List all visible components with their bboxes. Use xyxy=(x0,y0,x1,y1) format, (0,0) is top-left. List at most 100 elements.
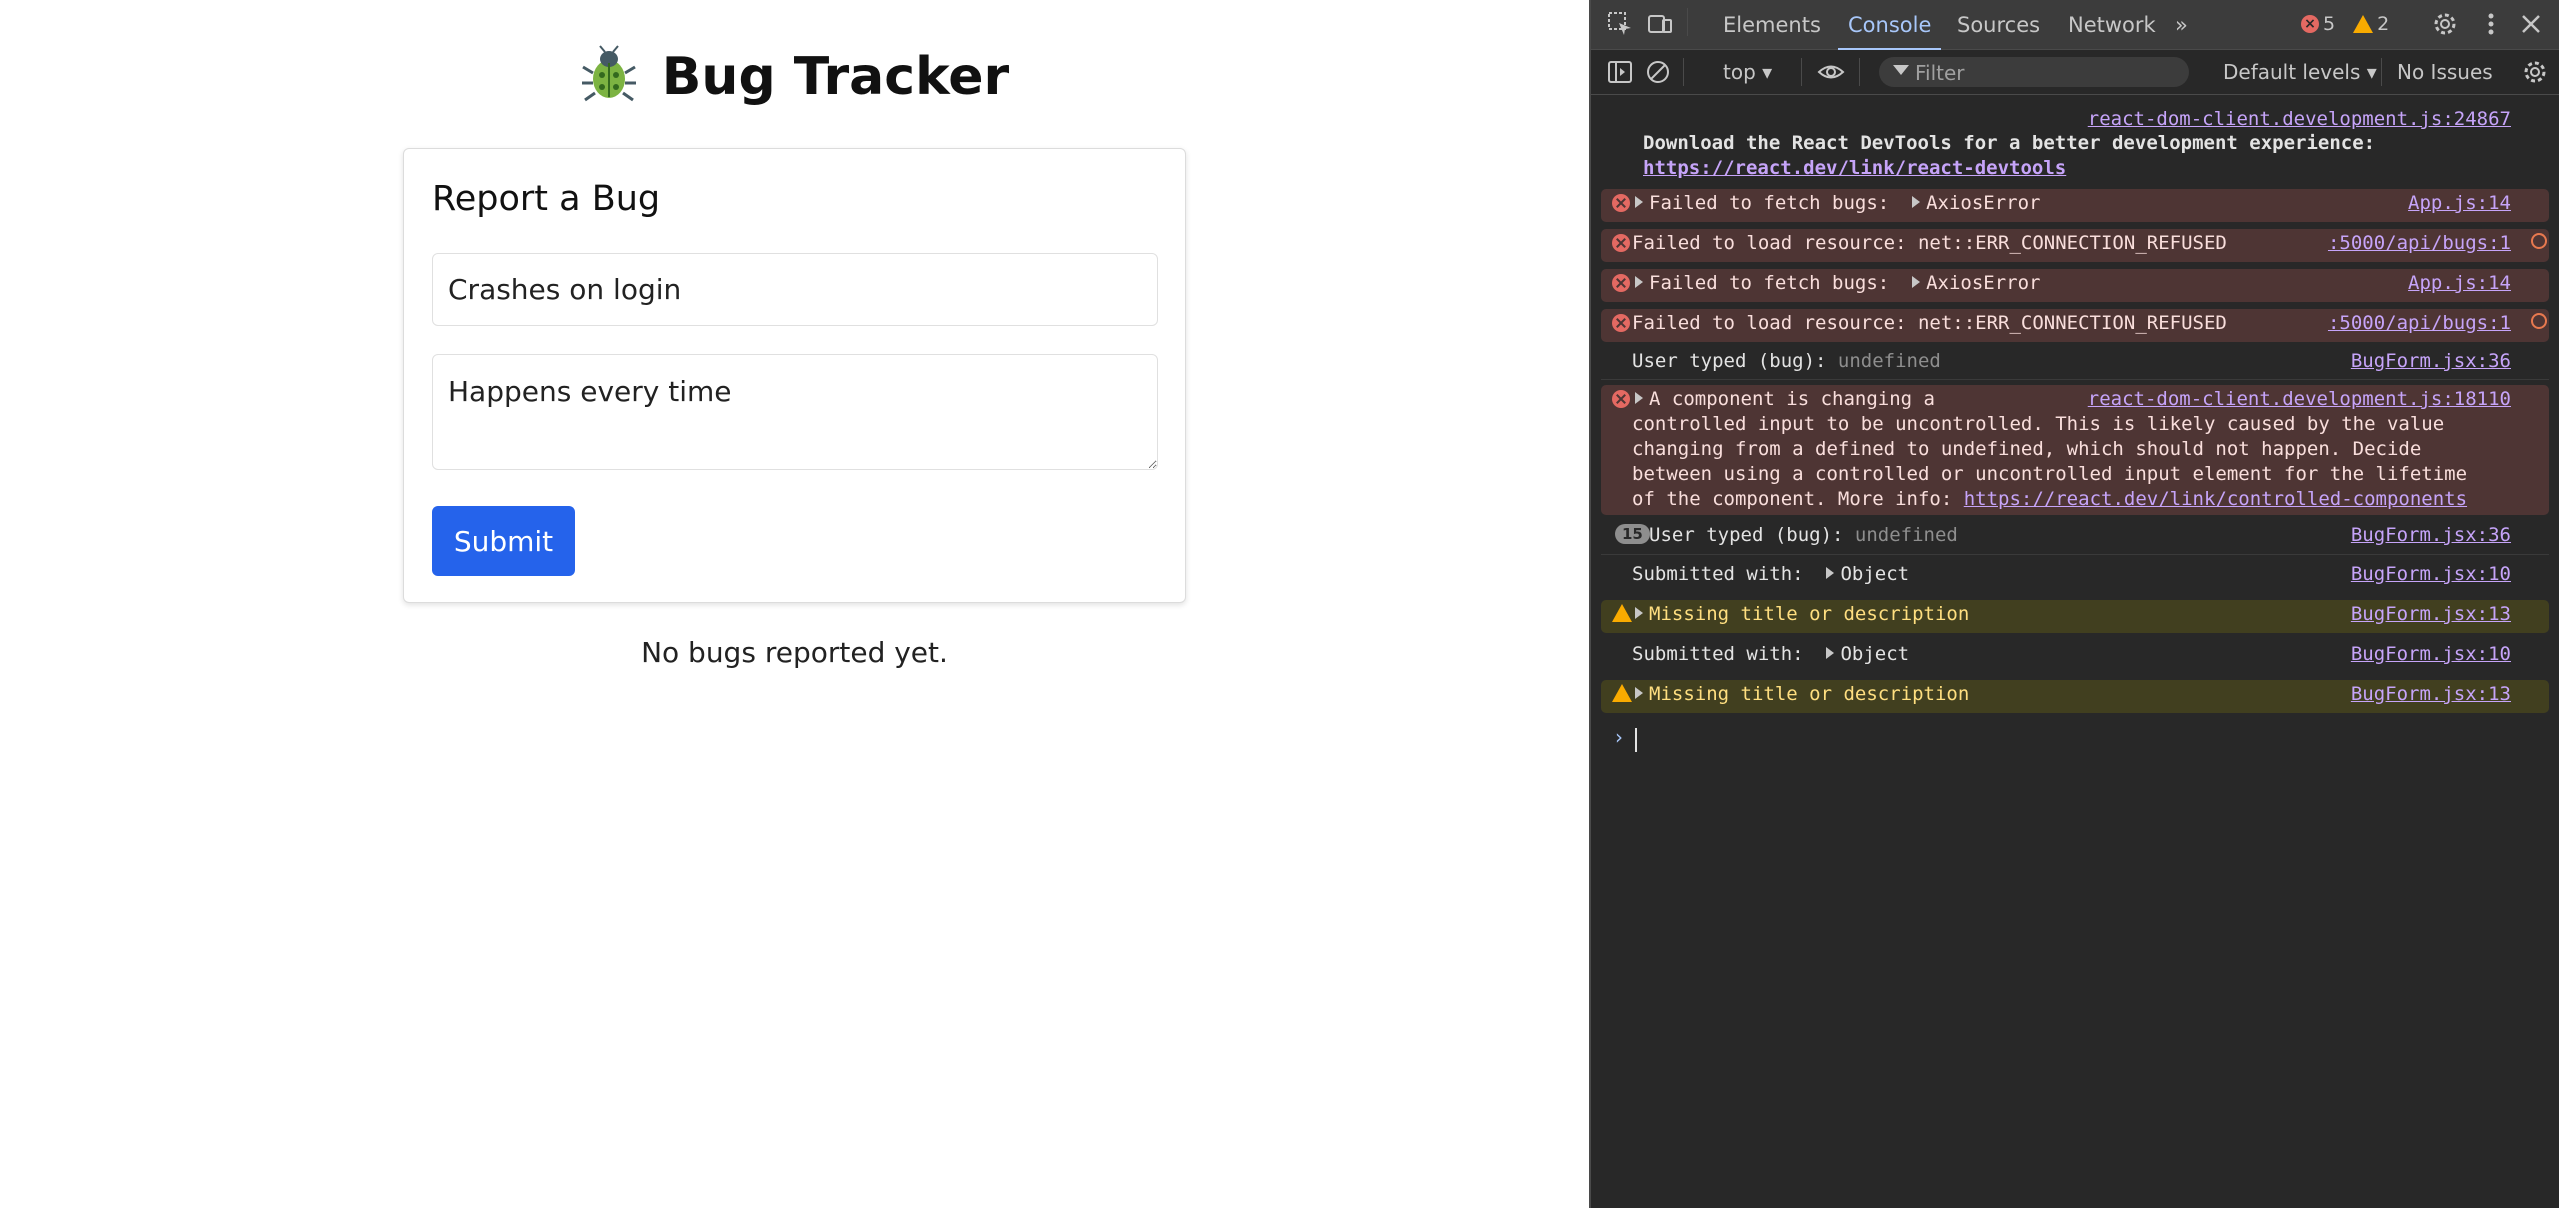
kebab-menu-icon[interactable] xyxy=(2477,10,2505,38)
expand-triangle-icon[interactable] xyxy=(1912,276,1921,288)
submit-button[interactable]: Submit xyxy=(432,506,575,576)
network-request-icon[interactable] xyxy=(2531,233,2547,249)
tab-network[interactable]: Network xyxy=(2068,13,2156,37)
message-object[interactable]: AxiosError xyxy=(1926,192,2040,214)
sidebar-toggle-icon[interactable] xyxy=(1606,58,1634,86)
message-text: User typed (bug): xyxy=(1649,524,1844,546)
warning-icon xyxy=(1612,604,1632,622)
warning-count: 2 xyxy=(2377,13,2390,35)
bug-icon xyxy=(581,45,636,102)
message-source-link[interactable]: BugForm.jsx:10 xyxy=(2351,642,2511,667)
network-request-icon[interactable] xyxy=(2531,313,2547,329)
expand-triangle-icon[interactable] xyxy=(1635,276,1643,288)
console-error-row: Failed to fetch bugs: AxiosError App.js:… xyxy=(1601,189,2549,222)
message-source-link[interactable]: react-dom-client.development.js:24867 xyxy=(2088,107,2511,132)
expand-triangle-icon[interactable] xyxy=(1826,647,1835,659)
message-source-link[interactable]: BugForm.jsx:36 xyxy=(2351,523,2511,548)
console-settings-icon[interactable] xyxy=(2521,58,2549,86)
console-toolbar: top ▾ Filter Default levels ▾ No Issues xyxy=(1591,50,2559,95)
message-source-link[interactable]: BugForm.jsx:10 xyxy=(2351,562,2511,587)
message-source-link[interactable]: react-dom-client.development.js:18110 xyxy=(2088,387,2511,412)
tab-console[interactable]: Console xyxy=(1837,13,1942,51)
message-source-link[interactable]: :5000/api/bugs:1 xyxy=(2328,231,2511,256)
message-object[interactable]: Object xyxy=(1840,563,1909,585)
message-text: Missing title or description xyxy=(1649,603,1970,625)
context-label: top xyxy=(1723,60,1756,84)
log-levels-select[interactable]: Default levels ▾ xyxy=(2223,60,2377,84)
bug-description-textarea[interactable]: Happens every time xyxy=(432,354,1158,470)
inspect-icon[interactable] xyxy=(1606,10,1634,38)
more-tabs-icon[interactable]: » xyxy=(2175,13,2188,37)
empty-bug-list-message: No bugs reported yet. xyxy=(641,636,948,669)
settings-icon[interactable] xyxy=(2431,10,2459,38)
message-text: Failed to load resource: net::ERR_CONNEC… xyxy=(1632,232,2227,254)
message-source-link[interactable]: BugForm.jsx:36 xyxy=(2351,349,2511,374)
log-levels-label: Default levels xyxy=(2223,60,2361,84)
bug-title-input[interactable] xyxy=(432,253,1158,326)
devtools-tab-bar: Elements Console Sources Network » × 5 2 xyxy=(1591,0,2559,51)
message-text: Failed to fetch bugs: xyxy=(1649,272,1890,294)
bug-report-form: Report a Bug Happens every time Submit xyxy=(403,148,1186,603)
message-text: Failed to load resource: net::ERR_CONNEC… xyxy=(1632,312,2227,334)
console-warning-row: Missing title or description BugForm.jsx… xyxy=(1601,680,2549,713)
tab-elements[interactable]: Elements xyxy=(1723,13,1821,37)
filter-input[interactable]: Filter xyxy=(1879,57,2189,87)
message-source-link[interactable]: :5000/api/bugs:1 xyxy=(2328,311,2511,336)
message-text: controlled input to be uncontrolled. Thi… xyxy=(1632,413,2445,435)
expand-triangle-icon[interactable] xyxy=(1635,687,1643,699)
repeat-count-badge: 15 xyxy=(1615,524,1650,544)
clear-console-icon[interactable] xyxy=(1644,58,1672,86)
console-error-row: Failed to load resource: net::ERR_CONNEC… xyxy=(1601,309,2549,342)
console-error-row: A component is changing a react-dom-clie… xyxy=(1601,385,2549,515)
app-page: Bug Tracker Report a Bug Happens every t… xyxy=(0,0,1589,1208)
expand-triangle-icon[interactable] xyxy=(1912,196,1921,208)
message-link[interactable]: https://react.dev/link/react-devtools xyxy=(1643,156,2066,181)
expand-triangle-icon[interactable] xyxy=(1826,567,1835,579)
message-source-link[interactable]: BugForm.jsx:13 xyxy=(2351,682,2511,707)
device-toolbar-icon[interactable] xyxy=(1646,10,1674,38)
devtools-panel: Elements Console Sources Network » ×5 2 xyxy=(1589,0,2559,1208)
message-value: undefined xyxy=(1837,350,1941,372)
message-text: of the component. More info: xyxy=(1632,488,1964,510)
warning-icon xyxy=(2353,15,2374,33)
expand-triangle-icon[interactable] xyxy=(1635,392,1643,404)
error-icon xyxy=(1612,274,1630,292)
issues-button[interactable]: No Issues xyxy=(2397,60,2493,84)
expand-triangle-icon[interactable] xyxy=(1635,607,1643,619)
message-text: Submitted with: xyxy=(1632,643,1804,665)
console-input[interactable] xyxy=(1635,728,1637,752)
tab-sources[interactable]: Sources xyxy=(1957,13,2040,37)
message-text: User typed (bug): xyxy=(1632,350,1827,372)
console-log-row: User typed (bug): undefined BugForm.jsx:… xyxy=(1601,347,2549,380)
message-object[interactable]: AxiosError xyxy=(1926,272,2040,294)
eye-icon[interactable] xyxy=(1817,58,1845,86)
message-text: Failed to fetch bugs: xyxy=(1649,192,1890,214)
console-error-row: Failed to load resource: net::ERR_CONNEC… xyxy=(1601,229,2549,262)
filter-placeholder: Filter xyxy=(1915,61,1965,85)
error-icon xyxy=(1612,194,1630,212)
console-log-row: 15 User typed (bug): undefined BugForm.j… xyxy=(1601,521,2549,555)
console-message: react-dom-client.development.js:24867 Do… xyxy=(1601,107,2549,179)
console-error-row: Failed to fetch bugs: AxiosError App.js:… xyxy=(1601,269,2549,302)
context-select[interactable]: top ▾ xyxy=(1723,60,1772,84)
issue-counts[interactable]: × 5 2 xyxy=(2301,13,2389,35)
console-prompt-icon: › xyxy=(1615,725,1623,749)
expand-triangle-icon[interactable] xyxy=(1635,196,1643,208)
error-icon: × xyxy=(2301,15,2319,33)
error-icon xyxy=(1612,314,1630,332)
error-icon xyxy=(1612,234,1630,252)
message-text: changing from a defined to undefined, wh… xyxy=(1632,438,2422,460)
warning-icon xyxy=(1612,684,1632,702)
message-source-link[interactable]: App.js:14 xyxy=(2408,191,2511,216)
message-text: A component is changing a xyxy=(1649,388,1935,410)
message-text: between using a controlled or uncontroll… xyxy=(1632,463,2468,485)
message-source-link[interactable]: App.js:14 xyxy=(2408,271,2511,296)
close-icon[interactable] xyxy=(2517,10,2545,38)
message-link[interactable]: https://react.dev/link/controlled-compon… xyxy=(1964,488,2467,510)
error-count: 5 xyxy=(2323,13,2336,35)
filter-icon xyxy=(1893,65,1909,75)
message-object[interactable]: Object xyxy=(1840,643,1909,665)
message-value: undefined xyxy=(1854,524,1958,546)
message-text: Download the React DevTools for a better… xyxy=(1643,132,2376,154)
message-source-link[interactable]: BugForm.jsx:13 xyxy=(2351,602,2511,627)
